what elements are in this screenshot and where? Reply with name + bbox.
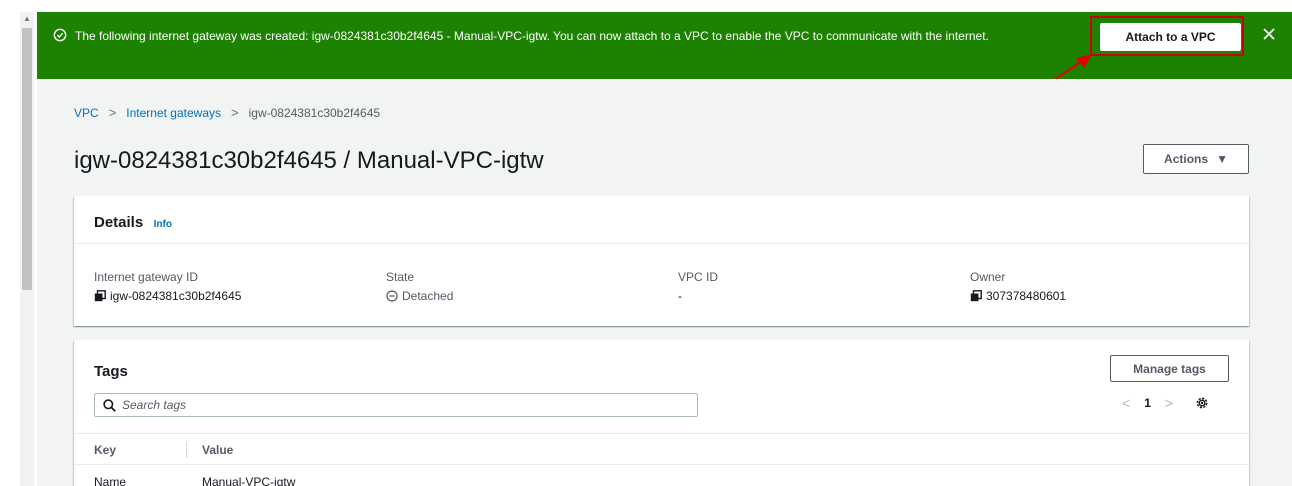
field-label: State <box>386 270 415 284</box>
tag-value-cell: Manual-VPC-igtw <box>202 475 296 486</box>
tag-key-cell: Name <box>94 475 127 486</box>
state-value: Detached <box>402 289 454 303</box>
previous-page-icon[interactable]: < <box>1122 395 1130 411</box>
manage-tags-button[interactable]: Manage tags <box>1110 355 1229 382</box>
breadcrumb-vpc-link[interactable]: VPC <box>74 106 99 120</box>
field-value: 307378480601 <box>970 289 1066 303</box>
field-vpc-id: VPC ID - <box>678 270 718 303</box>
gear-icon[interactable] <box>1195 396 1209 410</box>
page: ▲ The following internet gateway was cre… <box>0 0 1292 486</box>
flash-message: The following internet gateway was creat… <box>75 29 989 43</box>
details-panel: Details Info Internet gateway ID igw-082… <box>74 196 1249 326</box>
tags-header: Tags <box>94 363 128 381</box>
column-header-value[interactable]: Value <box>202 443 233 457</box>
detached-status-icon <box>386 290 398 302</box>
column-header-key[interactable]: Key <box>94 443 116 457</box>
actions-button-label: Actions <box>1164 152 1209 166</box>
tags-title: Tags <box>94 363 128 380</box>
actions-dropdown-button[interactable]: Actions ▼ <box>1143 144 1249 174</box>
tags-table-header: Key Value <box>74 433 1249 465</box>
scroll-up-arrow-icon[interactable]: ▲ <box>20 12 34 26</box>
pagination: < 1 > <box>1122 395 1209 411</box>
breadcrumb: VPC > Internet gateways > igw-0824381c30… <box>74 105 380 120</box>
field-state: State Detached <box>386 270 453 303</box>
vertical-scrollbar[interactable]: ▲ <box>20 12 34 486</box>
internet-gateway-id-value: igw-0824381c30b2f4645 <box>110 289 242 303</box>
current-page-number[interactable]: 1 <box>1144 396 1151 410</box>
field-internet-gateway-id: Internet gateway ID igw-0824381c30b2f464… <box>94 270 241 303</box>
chevron-right-icon: > <box>231 105 239 120</box>
field-value: - <box>678 289 718 303</box>
breadcrumb-current: igw-0824381c30b2f4645 <box>248 105 381 120</box>
attach-to-vpc-button[interactable]: Attach to a VPC <box>1100 23 1241 51</box>
vpc-id-value: - <box>678 289 682 303</box>
field-label: Internet gateway ID <box>94 270 199 284</box>
close-icon[interactable] <box>1261 26 1277 42</box>
details-title: Details <box>94 214 144 231</box>
main-content: VPC > Internet gateways > igw-0824381c30… <box>37 79 1292 486</box>
breadcrumb-internet-gateways-link[interactable]: Internet gateways <box>126 106 221 120</box>
search-tags-box[interactable] <box>94 393 698 417</box>
owner-value: 307378480601 <box>986 289 1067 303</box>
table-row: Name Manual-VPC-igtw <box>74 466 1249 486</box>
search-icon <box>103 398 116 412</box>
copy-icon[interactable] <box>970 290 982 302</box>
copy-icon[interactable] <box>94 290 106 302</box>
field-value: igw-0824381c30b2f4645 <box>94 289 241 303</box>
search-tags-input[interactable] <box>122 398 682 412</box>
details-header: Details Info <box>74 196 1249 244</box>
field-owner: Owner 307378480601 <box>970 270 1066 303</box>
info-link[interactable]: Info <box>154 219 172 230</box>
page-title: igw-0824381c30b2f4645 / Manual-VPC-igtw <box>74 147 544 174</box>
success-check-icon <box>53 28 67 42</box>
chevron-right-icon: > <box>108 105 117 120</box>
field-label: Owner <box>970 270 1006 284</box>
caret-down-icon: ▼ <box>1216 152 1228 166</box>
field-value: Detached <box>386 289 453 303</box>
field-label: VPC ID <box>678 270 719 284</box>
scrollbar-thumb[interactable] <box>22 28 32 290</box>
tags-panel: Tags Manage tags < 1 > <box>74 340 1249 486</box>
details-fields: Internet gateway ID igw-0824381c30b2f464… <box>74 244 1249 324</box>
success-flash-banner: The following internet gateway was creat… <box>37 12 1292 79</box>
column-divider <box>186 442 187 458</box>
next-page-icon[interactable]: > <box>1165 395 1173 411</box>
